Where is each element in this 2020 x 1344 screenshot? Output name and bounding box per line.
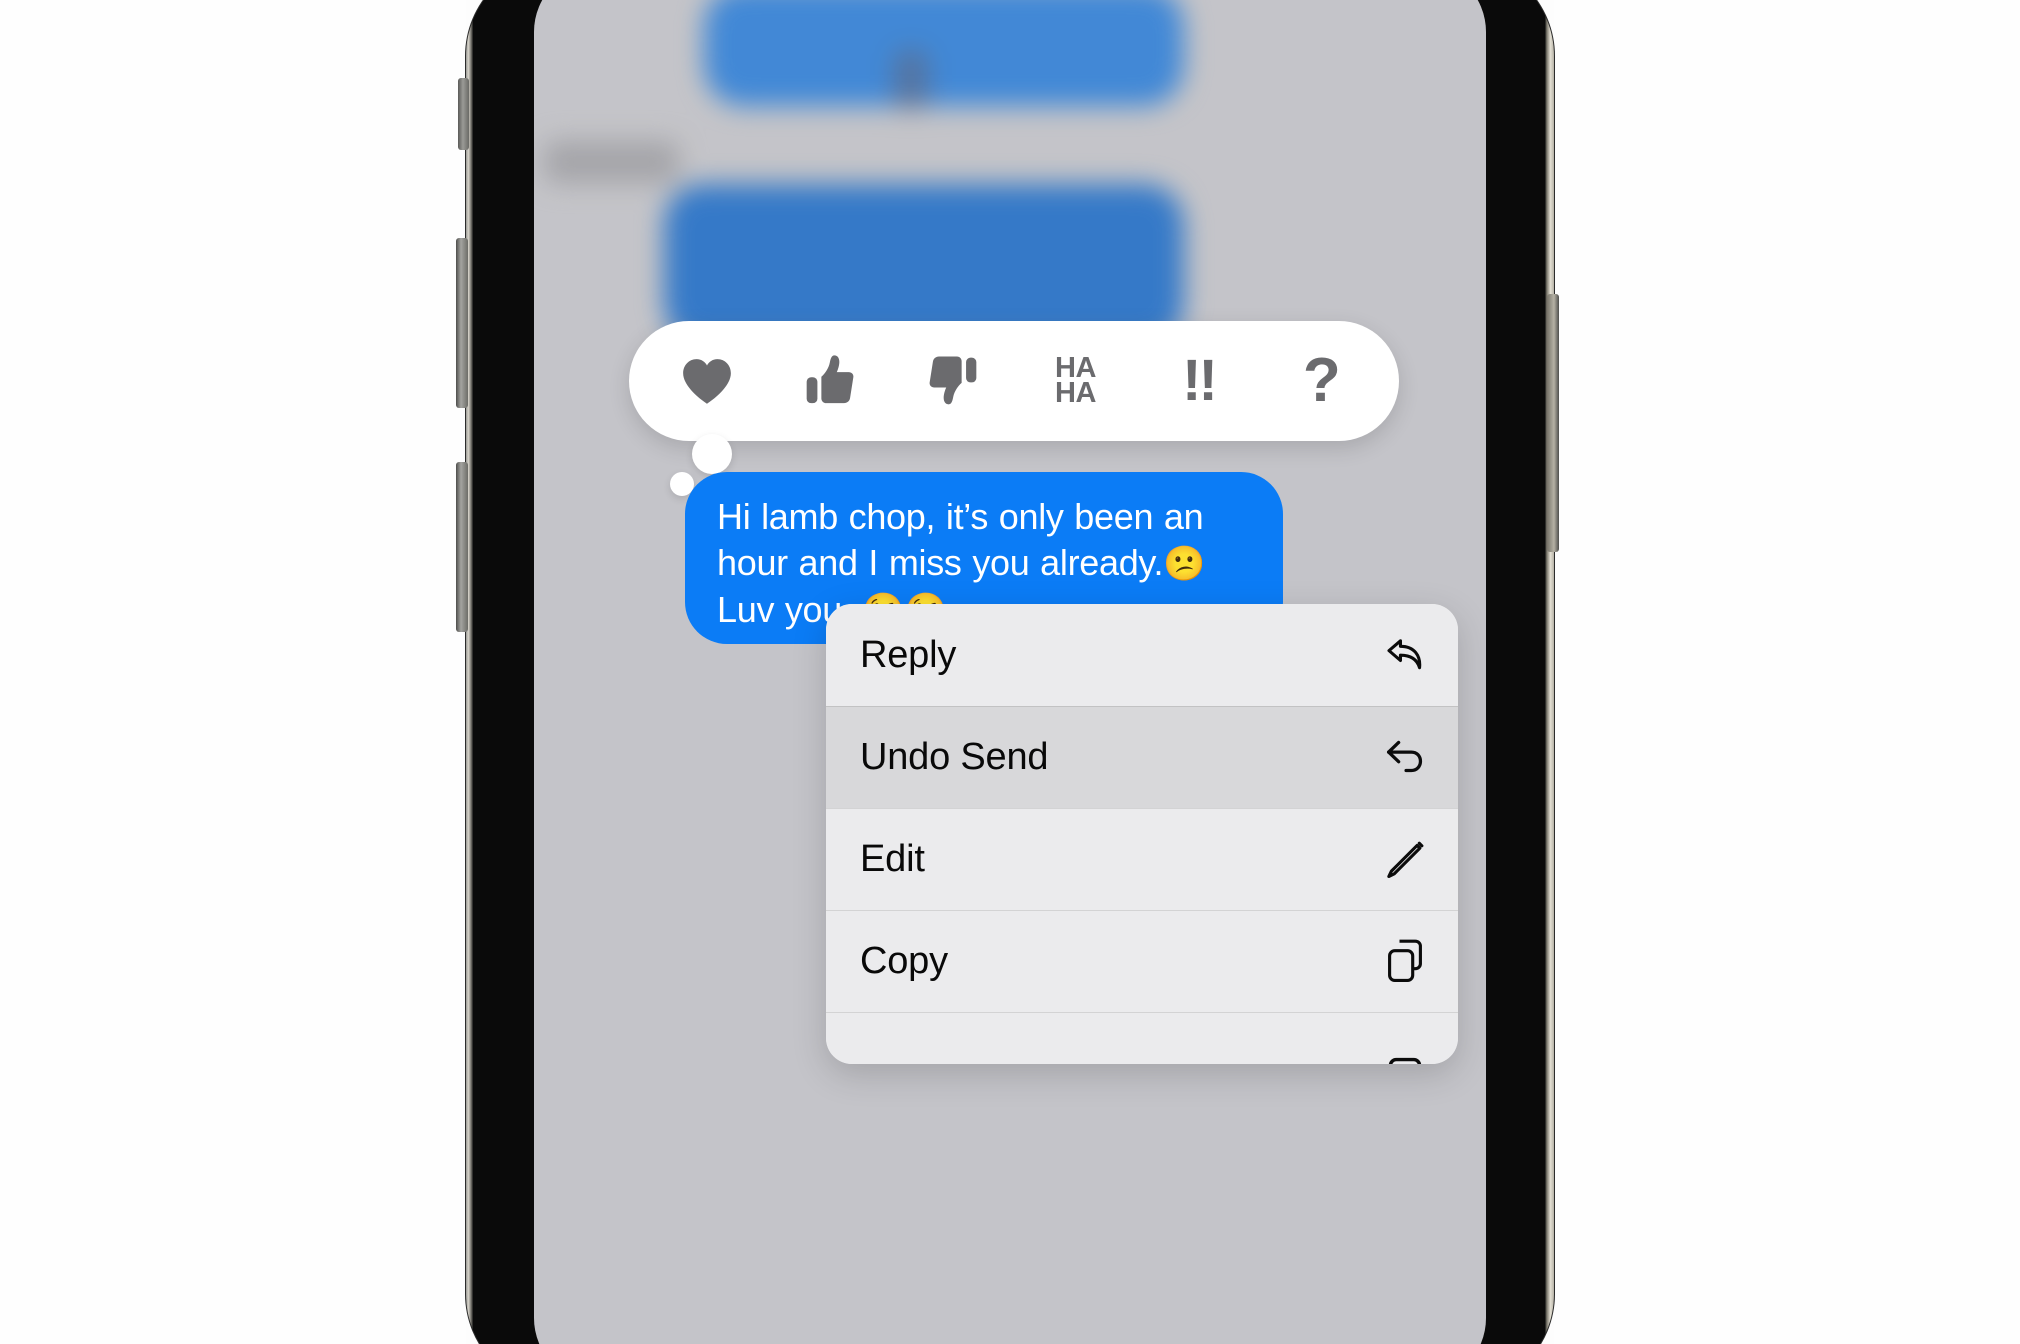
context-menu-item-undo-send[interactable]: Undo Send	[826, 706, 1458, 808]
context-menu-item-reply[interactable]: Reply	[826, 604, 1458, 706]
page-margin-right	[1554, 0, 2020, 1344]
haha-icon: HA HA	[1055, 354, 1096, 409]
page-margin-left	[0, 0, 466, 1344]
partial-icon	[1382, 1042, 1428, 1064]
tapback-thumbs-up-button[interactable]	[778, 329, 882, 433]
tapback-heart-button[interactable]	[655, 329, 759, 433]
tapback-exclamation-button[interactable]: !!	[1147, 329, 1251, 433]
pencil-icon	[1382, 836, 1428, 882]
question-mark-icon: ?	[1302, 346, 1341, 416]
message-line-2-emoji: 😕	[1163, 545, 1206, 584]
message-context-menu[interactable]: Reply Undo Send Edit Copy	[826, 604, 1458, 1064]
tapback-reaction-bar[interactable]: HA HA !! ?	[629, 321, 1399, 441]
context-menu-item-partial[interactable]	[826, 1012, 1458, 1064]
haha-line-2: HA	[1055, 377, 1096, 409]
message-line-2: hour and I miss you already.	[717, 542, 1164, 584]
tapback-thumbs-down-button[interactable]	[901, 329, 1005, 433]
tapback-question-button[interactable]: ?	[1270, 329, 1374, 433]
volume-up-button[interactable]	[456, 238, 468, 408]
screenshot-root: HA HA !! ? Hi lamb chop, it’s only been …	[0, 0, 2020, 1344]
context-menu-item-label: Copy	[860, 939, 948, 982]
thumbs-down-icon	[927, 353, 979, 409]
phone-frame-right-edge	[1545, 0, 1554, 1344]
double-exclamation-icon: !!	[1182, 348, 1218, 414]
undo-arrow-icon	[1382, 734, 1428, 780]
context-menu-item-label: Undo Send	[860, 735, 1049, 778]
message-line-1: Hi lamb chop, it’s only been an	[717, 496, 1204, 537]
copy-documents-icon	[1382, 938, 1428, 984]
volume-down-button[interactable]	[456, 462, 468, 632]
reply-arrow-icon	[1382, 632, 1428, 678]
context-menu-item-edit[interactable]: Edit	[826, 808, 1458, 910]
tapback-tail-dot-large	[692, 434, 732, 474]
tapback-haha-button[interactable]: HA HA	[1024, 329, 1128, 433]
context-menu-item-label: Reply	[860, 633, 957, 676]
phone-screen: HA HA !! ? Hi lamb chop, it’s only been …	[534, 0, 1486, 1344]
phone-frame-left-edge	[466, 0, 473, 1344]
power-button[interactable]	[1547, 294, 1559, 552]
context-menu-item-label: Edit	[860, 837, 925, 880]
thumbs-up-icon	[804, 353, 856, 409]
mute-switch[interactable]	[458, 78, 469, 150]
context-menu-item-copy[interactable]: Copy	[826, 910, 1458, 1012]
heart-icon	[679, 356, 735, 406]
